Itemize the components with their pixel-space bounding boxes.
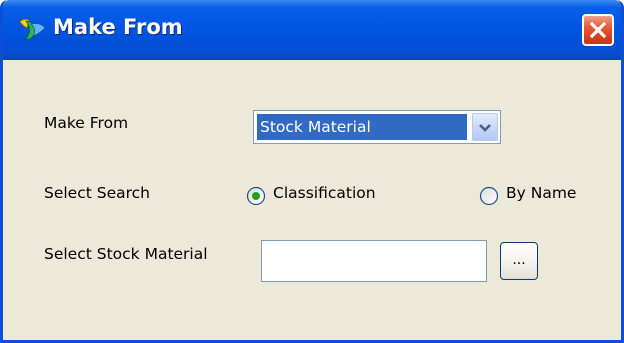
stock-material-input[interactable] [261, 240, 487, 282]
make-from-label: Make From [44, 114, 129, 132]
dropdown-arrow-button[interactable] [472, 113, 498, 141]
select-stock-material-label: Select Stock Material [44, 245, 208, 263]
close-icon [589, 21, 607, 39]
app-logo-icon [19, 18, 46, 41]
window-title: Make From [53, 15, 183, 39]
make-from-selected-value[interactable]: Stock Material [257, 114, 467, 140]
make-from-select[interactable]: Stock Material [253, 110, 501, 144]
make-from-dialog: Make From Make From Stock Material Selec… [0, 0, 624, 343]
select-search-label: Select Search [44, 184, 150, 202]
browse-button[interactable]: ... [500, 242, 538, 280]
by-name-radio[interactable] [479, 186, 499, 206]
chevron-down-icon [479, 124, 491, 132]
by-name-radio-label[interactable]: By Name [506, 184, 576, 202]
close-button[interactable] [582, 14, 614, 46]
classification-radio[interactable] [246, 186, 266, 206]
title-bar[interactable]: Make From [3, 0, 621, 60]
classification-radio-label[interactable]: Classification [273, 184, 376, 202]
